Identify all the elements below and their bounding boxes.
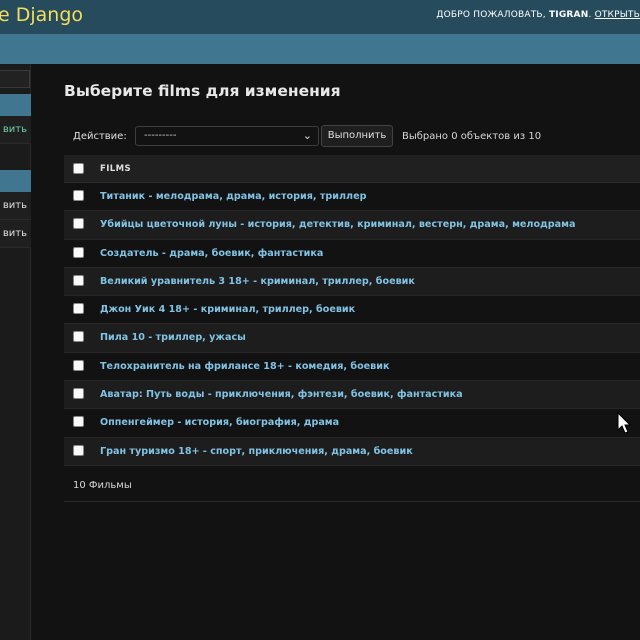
column-header-films[interactable]: FILMS: [100, 164, 131, 174]
site-brand[interactable]: e Django: [0, 4, 83, 26]
film-link[interactable]: Убийцы цветочной луны - история, детекти…: [100, 219, 575, 230]
page-title: Выберите films для изменения: [64, 82, 341, 100]
action-select-value: ---------: [144, 130, 177, 141]
row-checkbox[interactable]: [73, 218, 84, 230]
sidebar-item-add[interactable]: вить: [0, 220, 31, 248]
sidebar-app-header[interactable]: [0, 170, 31, 192]
sidebar-item-label[interactable]: вить: [3, 228, 27, 239]
username: TIGRAN: [548, 10, 589, 20]
table-row: Пила 10 - триллер, ужасы: [64, 324, 640, 353]
welcome-text: ДОБРО ПОЖАЛОВАТЬ,: [436, 10, 549, 20]
action-label: Действие:: [73, 131, 127, 142]
row-checkbox[interactable]: [73, 303, 84, 315]
table-row: Оппенгеймер - история, биография, драма: [64, 409, 640, 438]
breadcrumbs-bar: [0, 34, 640, 64]
select-all-checkbox[interactable]: [73, 163, 84, 174]
table-row: Убийцы цветочной луны - история, детекти…: [64, 211, 640, 240]
open-site-link[interactable]: ОТКРЫТЬ: [595, 10, 640, 20]
row-checkbox[interactable]: [73, 246, 84, 258]
film-link[interactable]: Аватар: Путь воды - приключения, фэнтези…: [100, 389, 463, 400]
row-checkbox[interactable]: [73, 416, 84, 428]
table-row: Гран туризмо 18+ - спорт, приключения, д…: [64, 437, 640, 466]
table-row: Аватар: Путь воды - приключения, фэнтези…: [64, 381, 640, 410]
row-checkbox[interactable]: [73, 359, 84, 371]
table-row: Великий уравнитель 3 18+ - криминал, три…: [64, 267, 640, 297]
row-checkbox[interactable]: [73, 331, 84, 343]
main-content: Выберите films для изменения Действие: -…: [31, 64, 640, 640]
action-select[interactable]: --------- ⌄: [135, 126, 319, 146]
actions-bar: Действие: --------- ⌄ Выполнить Выбрано …: [64, 124, 640, 156]
film-link[interactable]: Телохранитель на фрилансе 18+ - комедия,…: [100, 361, 389, 372]
table-row: Титаник - мелодрама, драма, история, три…: [64, 183, 640, 212]
film-link[interactable]: Титаник - мелодрама, драма, история, три…: [100, 191, 366, 202]
table-row: Создатель - драма, боевик, фантастика: [64, 240, 640, 268]
run-action-button[interactable]: Выполнить: [321, 125, 393, 147]
results-table: FILMS Титаник - мелодрама, драма, истори…: [64, 155, 640, 466]
film-link[interactable]: Пила 10 - триллер, ужасы: [100, 332, 246, 343]
film-link[interactable]: Создатель - драма, боевик, фантастика: [100, 248, 323, 259]
sidebar-item-label[interactable]: вить: [3, 124, 27, 135]
nav-sidebar: вить вить вить: [0, 64, 31, 640]
user-tools: ДОБРО ПОЖАЛОВАТЬ, TIGRAN. ОТКРЫТЬ: [436, 10, 640, 20]
sidebar-item-add[interactable]: вить: [0, 192, 31, 220]
table-row: Телохранитель на фрилансе 18+ - комедия,…: [64, 353, 640, 382]
sidebar-filter-input[interactable]: [0, 70, 30, 88]
film-link[interactable]: Великий уравнитель 3 18+ - криминал, три…: [100, 276, 415, 287]
result-count: 10 Фильмы: [73, 480, 132, 491]
row-checkbox[interactable]: [73, 190, 84, 201]
row-checkbox[interactable]: [73, 444, 84, 456]
row-checkbox[interactable]: [73, 274, 84, 286]
row-checkbox[interactable]: [73, 388, 84, 400]
film-link[interactable]: Джон Уик 4 18+ - криминал, триллер, боев…: [100, 304, 355, 315]
mouse-cursor-icon: [617, 412, 632, 434]
film-link[interactable]: Оппенгеймер - история, биография, драма: [100, 417, 339, 428]
chevron-down-icon: ⌄: [302, 129, 312, 142]
selection-counter: Выбрано 0 объектов из 10: [402, 131, 542, 142]
paginator: 10 Фильмы: [64, 470, 640, 502]
film-link[interactable]: Гран туризмо 18+ - спорт, приключения, д…: [100, 446, 413, 457]
sidebar-item-add[interactable]: вить: [0, 116, 31, 144]
sidebar-item-label[interactable]: вить: [3, 200, 27, 211]
site-header: e Django ДОБРО ПОЖАЛОВАТЬ, TIGRAN. ОТКРЫ…: [0, 0, 640, 34]
table-row: Джон Уик 4 18+ - криминал, триллер, боев…: [64, 296, 640, 325]
sidebar-app-header[interactable]: [0, 94, 31, 116]
table-header: FILMS: [64, 155, 640, 183]
